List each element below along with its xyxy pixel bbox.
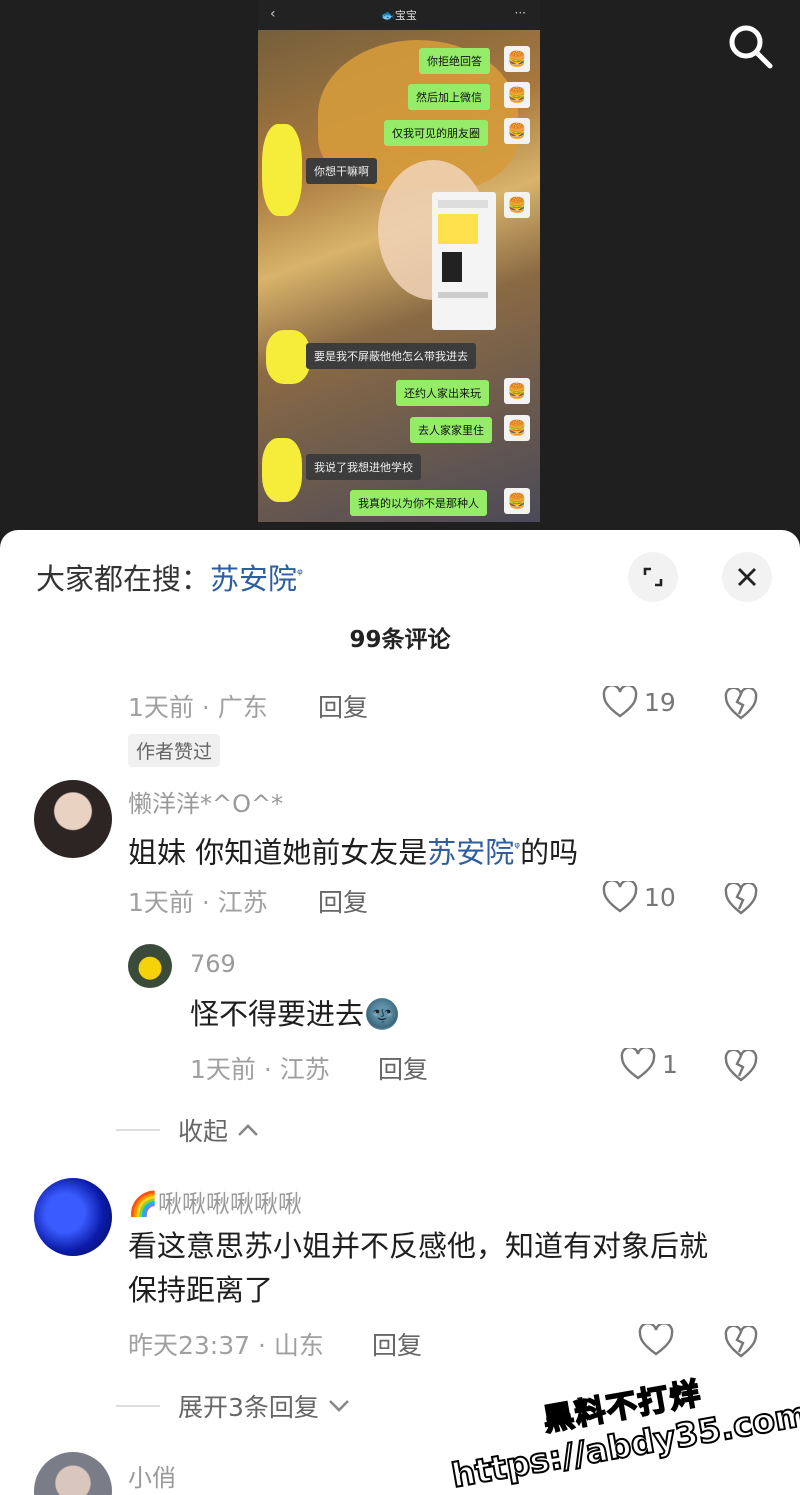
burger-avatar: 🍔 (504, 488, 530, 514)
expand-icon (643, 567, 663, 587)
author-liked-badge: 作者赞过 (128, 734, 221, 767)
collapse-label: 收起 (178, 1117, 229, 1146)
close-icon (738, 568, 756, 586)
comment-text-part: 的吗 (520, 835, 579, 870)
like-count: 10 (644, 882, 676, 912)
chat-header: ‹ 🐟宝宝 ··· (258, 0, 540, 30)
like-button[interactable]: 1 (620, 1048, 678, 1080)
chat-bubble: 仅我可见的朋友圈 (384, 120, 488, 146)
screen: ‹ 🐟宝宝 ··· 你拒绝回答 🍔 然后加上微信 🍔 仅我可见的朋友圈 🍔 你想… (0, 0, 800, 1495)
comment-text-part: 怪不得要进去 (190, 997, 365, 1031)
blurred-avatar (262, 438, 302, 502)
avatar[interactable] (128, 944, 172, 988)
like-button[interactable] (638, 1324, 680, 1356)
chevron-up-icon (238, 1124, 258, 1136)
chat-bubble: 然后加上微信 (408, 84, 490, 110)
moon-face-emoji: 🌚 (364, 997, 401, 1031)
search-hint-prefix: 大家都在搜： (36, 562, 211, 596)
comment-text-line: 看这意思苏小姐并不反感他，知道有对象后就 (128, 1229, 709, 1263)
comment-text: 看这意思苏小姐并不反感他，知道有对象后就 保持距离了 (128, 1224, 708, 1312)
search-hint-keyword[interactable]: 苏安院 (210, 562, 297, 596)
search-small-icon: ᵠ (297, 566, 303, 583)
chat-bubble: 要是我不屏蔽他他怎么带我进去 (306, 343, 476, 369)
reply-button[interactable]: 回复 (372, 1326, 422, 1362)
chat-bubble: 我真的以为你不是那种人 (350, 490, 487, 516)
chat-screenshot: ‹ 🐟宝宝 ··· (258, 0, 540, 522)
chat-bubble: 你想干嘛啊 (306, 158, 377, 184)
comment-text-line: 保持距离了 (128, 1273, 274, 1307)
comment-sheet: 大家都在搜：苏安院ᵠ 99条评论 1天前 · 广东 回复 19 作者赞过 懒洋洋… (0, 530, 800, 1495)
username[interactable]: 懒洋洋*^O^* (128, 784, 283, 819)
burger-avatar: 🍔 (504, 82, 530, 108)
like-button[interactable]: 10 (602, 881, 676, 913)
comment-text-part: 姐妹 你知道她前女友是 (128, 835, 428, 870)
reply-button[interactable]: 回复 (378, 1050, 428, 1086)
divider (116, 1405, 160, 1407)
burger-avatar: 🍔 (504, 192, 530, 218)
comment-text: 怪不得要进去🌚 (190, 992, 400, 1036)
username[interactable]: 🌈啾啾啾啾啾啾 (128, 1184, 302, 1219)
comment-meta: 昨天23:37 · 山东 (128, 1331, 324, 1360)
burger-avatar: 🍔 (504, 118, 530, 144)
chat-bubble: 你拒绝回答 (419, 48, 490, 74)
divider (116, 1129, 160, 1131)
dislike-icon[interactable] (724, 883, 758, 915)
avatar[interactable] (34, 1178, 112, 1256)
like-count: 1 (662, 1049, 678, 1079)
dislike-icon[interactable] (724, 688, 758, 720)
trending-search[interactable]: 大家都在搜：苏安院ᵠ (36, 556, 303, 598)
burger-avatar: 🍔 (504, 415, 530, 441)
blurred-avatar (262, 124, 302, 216)
chat-bubble: 我说了我想进他学校 (306, 454, 421, 480)
like-count: 19 (644, 687, 676, 717)
burger-avatar: 🍔 (504, 378, 530, 404)
comment-count: 99条评论 (349, 627, 451, 653)
close-button[interactable] (722, 552, 772, 602)
dislike-icon[interactable] (724, 1326, 758, 1358)
chevron-down-icon (328, 1400, 349, 1412)
heart-icon (620, 1048, 656, 1080)
collapse-replies-button[interactable]: 收起 (116, 1112, 260, 1148)
chat-title: 🐟宝宝 (381, 9, 417, 22)
username[interactable]: 小俏 (128, 1458, 176, 1493)
watermark: 黑料不打烊 https://abdy35.com (441, 1354, 800, 1495)
comment-meta: 1天前 · 江苏 (128, 888, 268, 917)
search-icon[interactable] (726, 22, 774, 70)
reply-button[interactable]: 回复 (318, 883, 368, 919)
blurred-avatar (266, 330, 310, 384)
expand-label: 展开3条回复 (178, 1393, 319, 1422)
comment-meta: 1天前 · 江苏 (190, 1055, 330, 1084)
like-button[interactable]: 19 (602, 686, 676, 718)
avatar[interactable] (34, 780, 112, 858)
comment-keyword-link[interactable]: 苏安院 (427, 836, 514, 870)
heart-icon (602, 881, 638, 913)
expand-button[interactable] (628, 552, 678, 602)
comment-text: 姐妹 你知道她前女友是苏安院ᵠ的吗 (128, 826, 578, 875)
expand-replies-button[interactable]: 展开3条回复 (116, 1388, 351, 1424)
heart-icon (602, 686, 638, 718)
burger-avatar: 🍔 (504, 46, 530, 72)
dislike-icon[interactable] (724, 1050, 758, 1082)
chat-bubble: 去人家家里住 (410, 417, 492, 443)
username[interactable]: 769 (190, 950, 236, 978)
video-area[interactable]: ‹ 🐟宝宝 ··· 你拒绝回答 🍔 然后加上微信 🍔 仅我可见的朋友圈 🍔 你想… (0, 0, 800, 545)
heart-icon (638, 1324, 674, 1356)
reply-button[interactable]: 回复 (318, 688, 368, 724)
avatar[interactable] (34, 1452, 112, 1495)
chat-bubble: 还约人家出来玩 (396, 380, 489, 406)
more-icon: ··· (514, 6, 526, 20)
comment-meta: 1天前 · 广东 (128, 693, 268, 722)
embedded-screenshot (432, 192, 496, 330)
